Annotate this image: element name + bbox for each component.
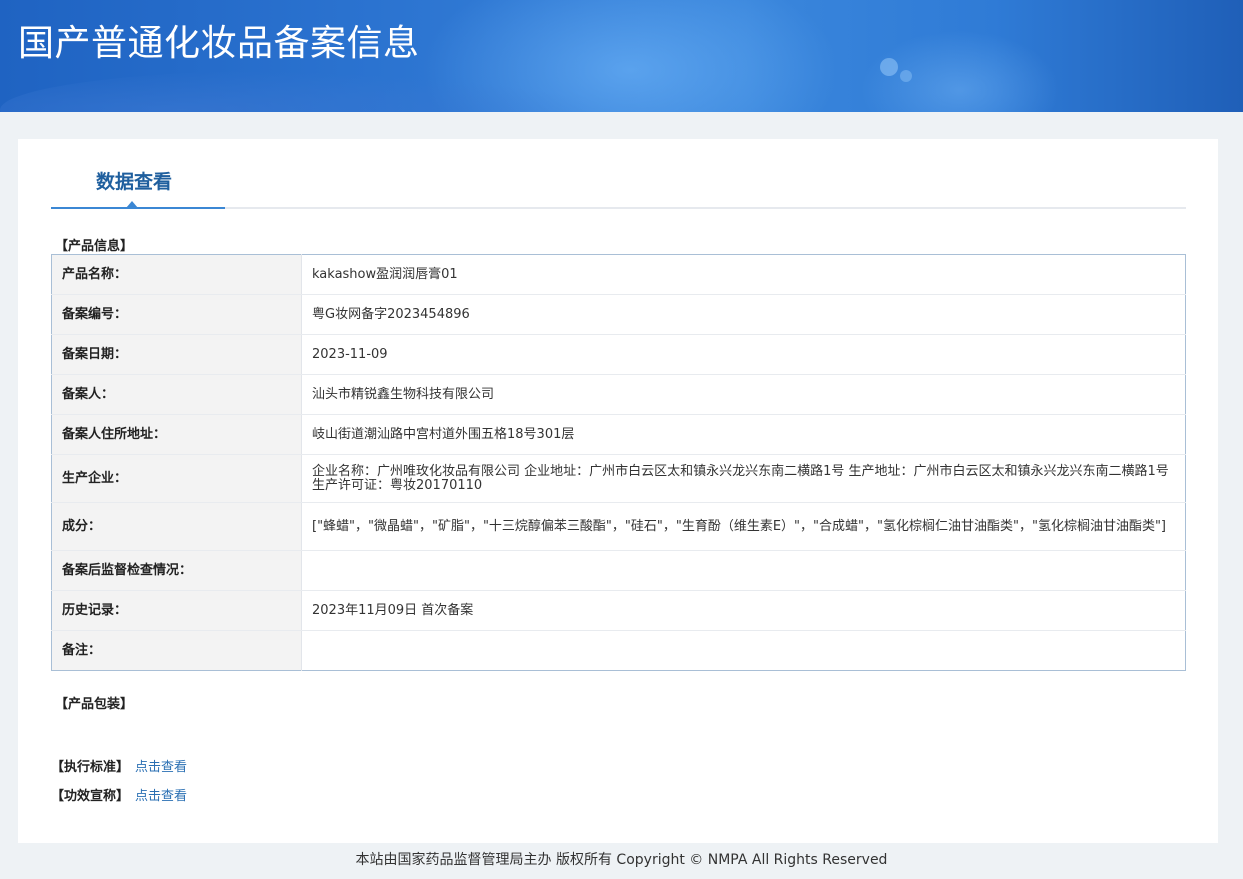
tab-caret-icon (126, 201, 138, 208)
row-value: ["蜂蜡"，"微晶蜡"，"矿脂"，"十三烷醇偏苯三酸酯"，"硅石"，"生育酚（维… (301, 502, 1186, 551)
table-row: 成分： ["蜂蜡"，"微晶蜡"，"矿脂"，"十三烷醇偏苯三酸酯"，"硅石"，"生… (51, 502, 1186, 551)
row-value (302, 631, 1186, 671)
table-row: 历史记录： 2023年11月09日 首次备案 (51, 590, 1186, 631)
row-value: 汕头市精锐鑫生物科技有限公司 (301, 374, 1186, 415)
row-value: 粤G妆网备字2023454896 (301, 294, 1186, 335)
banner-decoration (900, 70, 912, 82)
row-label: 备案人住所地址： (51, 414, 302, 455)
banner-decoration (880, 58, 898, 76)
section-packaging: 【产品包装】 (55, 697, 134, 712)
row-value: 2023-11-09 (301, 334, 1186, 375)
row-value: 2023年11月09日 首次备案 (301, 590, 1186, 631)
row-label: 备案日期： (51, 334, 302, 375)
tab-label: 数据查看 (96, 171, 173, 193)
row-label: 备案人： (51, 374, 302, 415)
section-efficacy: 【功效宣称】 (51, 789, 130, 804)
table-row: 备案编号： 粤G妆网备字2023454896 (51, 294, 1186, 335)
tab-bar: 数据查看 (51, 139, 1186, 209)
page-title: 国产普通化妆品备案信息 (18, 23, 420, 64)
row-value: 企业名称：广州唯玫化妆品有限公司 企业地址：广州市白云区太和镇永兴龙兴东南二横路… (301, 454, 1186, 503)
row-label: 生产企业： (51, 454, 302, 503)
tab-data-view[interactable]: 数据查看 (51, 139, 225, 209)
row-label: 成分： (51, 502, 302, 551)
row-value (301, 550, 1186, 591)
row-label: 产品名称： (51, 254, 302, 295)
product-info-table: 产品名称： kakashow盈润润唇膏01 备案编号： 粤G妆网备字202345… (51, 254, 1186, 671)
table-row: 备案日期： 2023-11-09 (51, 334, 1186, 375)
table-row: 产品名称： kakashow盈润润唇膏01 (51, 254, 1186, 295)
section-product-info: 【产品信息】 (55, 239, 134, 254)
row-value: 岐山街道潮汕路中宫村道外围五格18号301层 (301, 414, 1186, 455)
standard-row: 【执行标准】 点击查看 (51, 756, 187, 775)
content-panel: 数据查看 【产品信息】 产品名称： kakashow盈润润唇膏01 备案编号： … (18, 139, 1218, 843)
row-label: 备注： (51, 630, 302, 671)
row-label: 历史记录： (51, 590, 302, 631)
table-row: 生产企业： 企业名称：广州唯玫化妆品有限公司 企业地址：广州市白云区太和镇永兴龙… (51, 454, 1186, 503)
table-row: 备案人： 汕头市精锐鑫生物科技有限公司 (51, 374, 1186, 415)
efficacy-row: 【功效宣称】 点击查看 (51, 785, 187, 804)
table-row: 备注： (51, 630, 1186, 671)
table-row: 备案后监督检查情况： (51, 550, 1186, 591)
table-row: 备案人住所地址： 岐山街道潮汕路中宫村道外围五格18号301层 (51, 414, 1186, 455)
header-banner: 国产普通化妆品备案信息 (0, 0, 1243, 112)
row-label: 备案编号： (51, 294, 302, 335)
footer-copyright: 本站由国家药品监督管理局主办 版权所有 Copyright © NMPA All… (355, 852, 888, 868)
standard-view-link[interactable]: 点击查看 (135, 760, 187, 775)
row-label: 备案后监督检查情况： (51, 550, 302, 591)
section-standard: 【执行标准】 (51, 760, 130, 775)
efficacy-view-link[interactable]: 点击查看 (135, 789, 187, 804)
row-value: kakashow盈润润唇膏01 (301, 254, 1186, 295)
